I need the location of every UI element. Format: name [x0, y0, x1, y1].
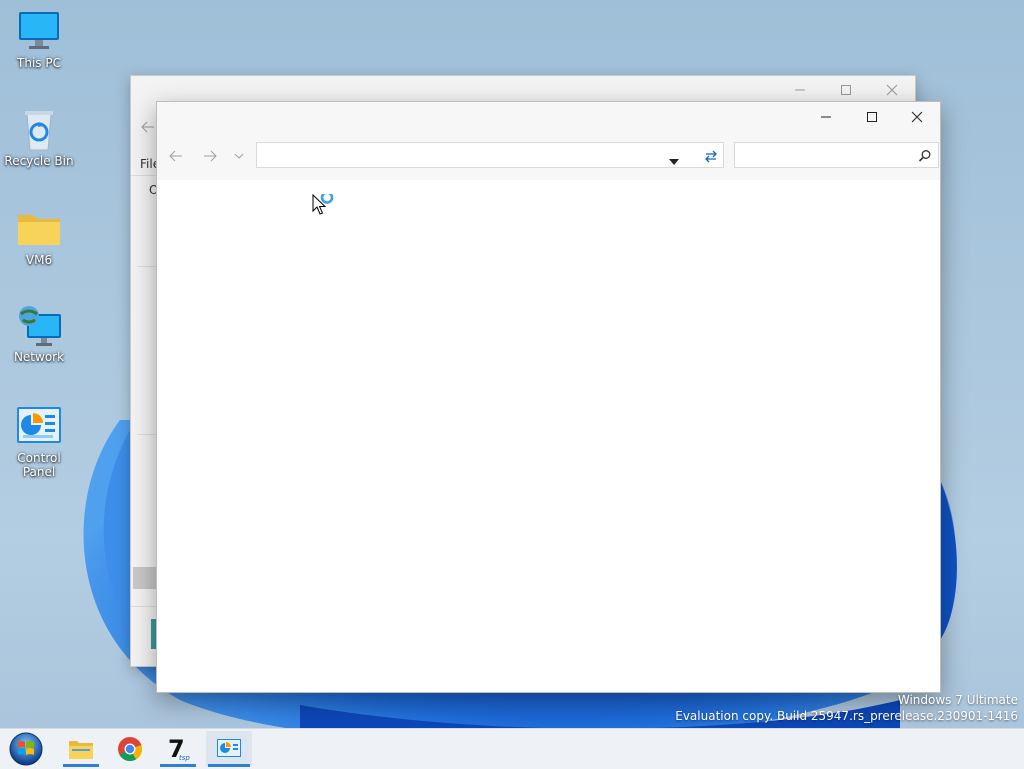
- refresh-icon: [705, 150, 717, 163]
- address-dropdown-button[interactable]: [669, 151, 679, 170]
- busy-cursor: [312, 191, 336, 222]
- 7tsp-icon: 7 tsp: [168, 735, 190, 763]
- desktop-icon-label: Network: [13, 350, 65, 364]
- dropdown-arrow-icon: [669, 159, 679, 165]
- maximize-icon: [867, 112, 877, 122]
- maximize-icon: [841, 85, 851, 95]
- start-orb-icon: [9, 732, 43, 766]
- back-button[interactable]: [165, 146, 187, 166]
- recent-locations-button[interactable]: [232, 146, 246, 166]
- chrome-icon: [118, 737, 143, 762]
- background-maximize-button[interactable]: [823, 76, 869, 104]
- minimize-button[interactable]: [803, 102, 849, 132]
- minimize-icon: [795, 89, 805, 91]
- folder-icon: [15, 207, 63, 251]
- desktop-icon-recycle-bin[interactable]: Recycle Bin: [0, 108, 78, 168]
- desktop-icon-vm6[interactable]: VM6: [0, 207, 78, 267]
- chevron-down-icon: [234, 153, 244, 159]
- back-arrow-icon: [141, 120, 155, 137]
- network-icon: [15, 304, 63, 348]
- refresh-button[interactable]: [703, 148, 719, 167]
- desktop-icon-label: Control Panel: [17, 451, 61, 479]
- close-icon: [911, 111, 923, 123]
- running-indicator: [208, 764, 250, 767]
- file-explorer-icon: [69, 741, 93, 759]
- svg-text:tsp: tsp: [179, 754, 190, 762]
- watermark-edition: Windows 7 Ultimate: [898, 693, 1018, 707]
- watermark-edition-name: Ultimate: [966, 693, 1018, 707]
- navigation-toolbar: [157, 132, 940, 180]
- search-box[interactable]: [734, 142, 939, 168]
- taskbar: 7 tsp: [0, 728, 1024, 769]
- watermark-build: Evaluation copy. Build 25947.rs_prerelea…: [675, 709, 1018, 723]
- window-titlebar[interactable]: [157, 102, 940, 132]
- maximize-button[interactable]: [849, 102, 895, 132]
- desktop-icon-label: VM6: [25, 253, 53, 267]
- recycle-bin-icon: [15, 108, 63, 152]
- back-arrow-icon: [169, 150, 182, 162]
- control-panel-icon: [217, 739, 241, 757]
- explorer-window[interactable]: [156, 101, 941, 693]
- forward-arrow-icon: [204, 150, 217, 162]
- taskbar-7tsp[interactable]: 7 tsp: [158, 731, 198, 767]
- taskbar-chrome[interactable]: [110, 731, 150, 767]
- desktop-icon-network[interactable]: Network: [0, 304, 78, 364]
- start-button[interactable]: [6, 731, 46, 767]
- watermark-os: Windows 7: [897, 693, 967, 707]
- divider: [131, 175, 157, 176]
- running-indicator: [63, 764, 99, 767]
- desktop-icon-this-pc[interactable]: This PC: [0, 10, 78, 70]
- forward-button[interactable]: [199, 146, 221, 166]
- monitor-icon: [15, 10, 63, 54]
- desktop-icon-label: Recycle Bin: [4, 154, 74, 168]
- address-input[interactable]: [257, 143, 642, 165]
- running-indicator: [160, 764, 196, 767]
- address-bar[interactable]: [256, 142, 724, 168]
- taskbar-file-explorer[interactable]: [61, 731, 101, 767]
- scrollbar-thumb[interactable]: [133, 567, 157, 589]
- close-icon: [886, 84, 898, 96]
- divider: [137, 434, 157, 435]
- taskbar-control-panel[interactable]: [206, 731, 252, 767]
- background-minimize-button[interactable]: [777, 76, 823, 104]
- search-icon[interactable]: [918, 148, 932, 167]
- control-panel-icon: [15, 405, 63, 449]
- minimize-icon: [821, 116, 831, 118]
- content-area[interactable]: [157, 180, 940, 692]
- desktop-icon-label: This PC: [17, 56, 61, 70]
- desktop-icon-control-panel[interactable]: Control Panel: [0, 405, 78, 479]
- background-close-button[interactable]: [869, 76, 915, 104]
- close-button[interactable]: [894, 102, 940, 132]
- divider: [137, 266, 157, 267]
- search-input[interactable]: [735, 143, 910, 165]
- divider: [131, 606, 157, 607]
